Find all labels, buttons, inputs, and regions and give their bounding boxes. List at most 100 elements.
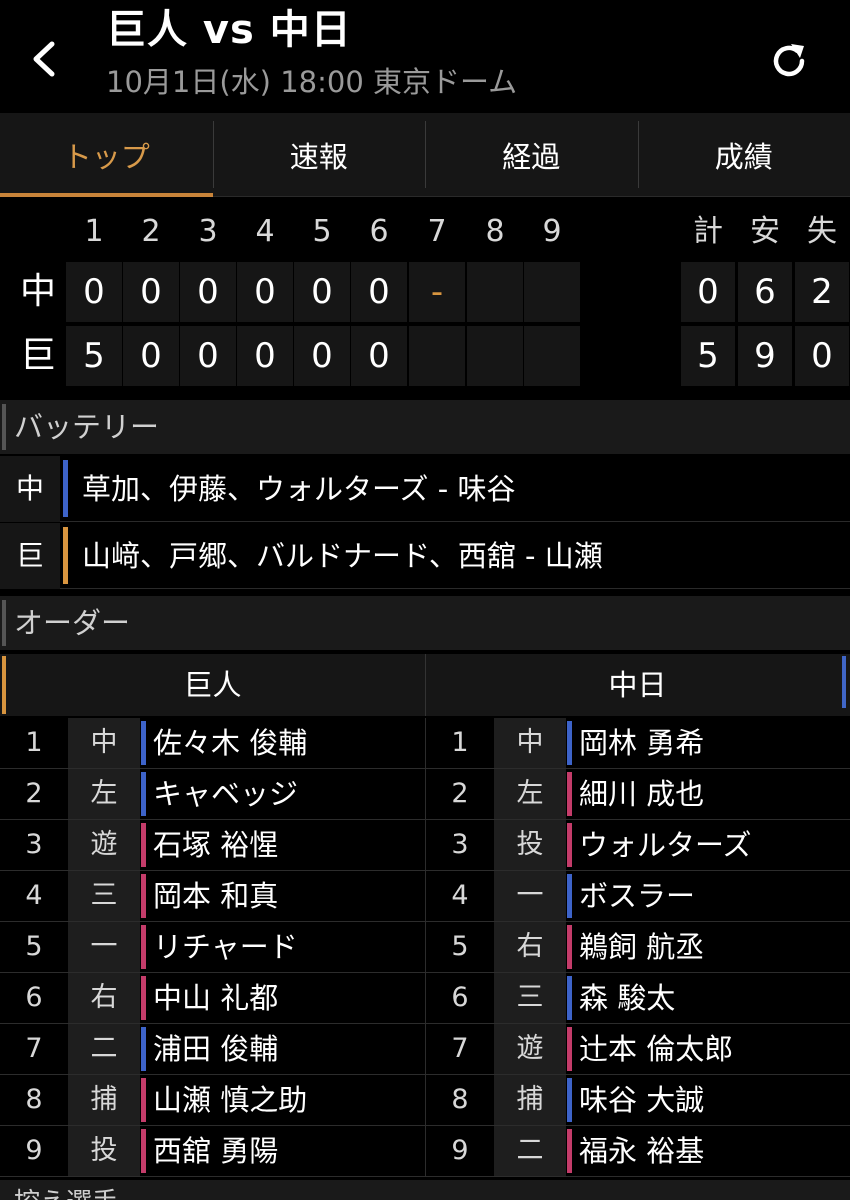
order-heading-label: オーダー xyxy=(14,606,131,640)
bat-side-stripe xyxy=(567,925,572,969)
battery-team: 巨 xyxy=(0,523,60,589)
lineup-row[interactable]: 1 中岡林 勇希 xyxy=(425,718,850,769)
bat-side-stripe xyxy=(567,1129,572,1173)
lineup-row[interactable]: 7 二浦田 俊輔 xyxy=(0,1024,425,1075)
inning-score: 0 xyxy=(180,326,236,386)
player-name[interactable]: 山瀬 慎之助 xyxy=(153,1075,307,1125)
home-team-name: 巨人 xyxy=(183,668,242,702)
batting-order: 6 xyxy=(451,982,469,1013)
batting-order: 6 xyxy=(25,982,43,1013)
lineup-row[interactable]: 7 遊辻本 倫太郎 xyxy=(425,1024,850,1075)
lineup-row[interactable]: 3 遊石塚 裕惺 xyxy=(0,820,425,871)
player-name[interactable]: 石塚 裕惺 xyxy=(153,820,278,870)
inning-header: 7 xyxy=(427,214,447,249)
total-header: 失 xyxy=(807,214,837,249)
player-name[interactable]: 岡林 勇希 xyxy=(579,718,704,768)
lineup-row[interactable]: 9 二福永 裕基 xyxy=(425,1126,850,1177)
lineup-row[interactable]: 4 三岡本 和真 xyxy=(0,871,425,922)
tab-top[interactable]: トップ xyxy=(0,113,213,197)
lineup-row[interactable]: 5 一リチャード xyxy=(0,922,425,973)
batting-order: 8 xyxy=(25,1084,43,1115)
inning-header: 2 xyxy=(141,214,161,249)
section-marker xyxy=(2,404,6,450)
order-team-header: 巨人 中日 xyxy=(0,654,850,716)
lineup-row[interactable]: 6 右中山 礼都 xyxy=(0,973,425,1024)
lineup-row[interactable]: 5 右鵜飼 航丞 xyxy=(425,922,850,973)
total-score: 0 xyxy=(681,262,735,322)
player-name[interactable]: 細川 成也 xyxy=(579,769,704,819)
inning-score: 0 xyxy=(237,326,293,386)
position: 三 xyxy=(68,871,140,921)
tab-live[interactable]: 速報 xyxy=(212,113,426,196)
position: 三 xyxy=(494,973,566,1023)
player-name[interactable]: 中山 礼都 xyxy=(153,973,278,1023)
lineup-row[interactable]: 3 投ウォルターズ xyxy=(425,820,850,871)
player-name[interactable]: ウォルターズ xyxy=(579,820,752,870)
bench-heading-label: 控え選手 xyxy=(14,1188,118,1200)
inning-header: 9 xyxy=(542,214,562,249)
player-name[interactable]: リチャード xyxy=(153,922,298,972)
inning-score: 0 xyxy=(237,262,293,322)
batting-order: 2 xyxy=(451,778,469,809)
player-name[interactable]: ボスラー xyxy=(579,871,695,921)
scoreboard: 123456789計安失中000000-062巨500000590 xyxy=(0,198,850,398)
game-info: 10月1日(水) 18:00 東京ドーム xyxy=(106,65,518,99)
batting-order: 8 xyxy=(451,1084,469,1115)
total-score: 2 xyxy=(795,262,849,322)
player-name[interactable]: 西舘 勇陽 xyxy=(153,1126,278,1176)
lineup-row[interactable]: 8 捕山瀬 慎之助 xyxy=(0,1075,425,1126)
chevron-left-icon[interactable] xyxy=(24,34,64,84)
page-title: 巨人 vs 中日 xyxy=(106,7,352,53)
bat-side-stripe xyxy=(141,976,146,1020)
inning-score: 0 xyxy=(351,262,407,322)
total-score: 0 xyxy=(795,326,849,386)
position: 右 xyxy=(68,973,140,1023)
player-name[interactable]: 森 駿太 xyxy=(579,973,675,1023)
bat-side-stripe xyxy=(567,874,572,918)
total-score: 6 xyxy=(738,262,792,322)
position: 投 xyxy=(494,820,566,870)
battery-heading: バッテリー xyxy=(0,400,850,454)
position: 右 xyxy=(494,922,566,972)
player-name[interactable]: キャベッジ xyxy=(153,769,298,819)
player-name[interactable]: 辻本 倫太郎 xyxy=(579,1024,733,1074)
player-name[interactable]: 鵜飼 航丞 xyxy=(579,922,704,972)
position: 遊 xyxy=(68,820,140,870)
lineup-row[interactable]: 2 左キャベッジ xyxy=(0,769,425,820)
position: 一 xyxy=(68,922,140,972)
inning-header: 8 xyxy=(485,214,505,249)
batting-order: 5 xyxy=(451,931,469,962)
tab-stats[interactable]: 成績 xyxy=(637,113,850,196)
lineup-row[interactable]: 6三森 駿太 xyxy=(425,973,850,1024)
player-name[interactable]: 福永 裕基 xyxy=(579,1126,704,1176)
bench-heading: 控え選手 xyxy=(0,1180,850,1200)
refresh-icon[interactable] xyxy=(766,38,812,84)
app-header: 巨人 vs 中日 10月1日(水) 18:00 東京ドーム xyxy=(0,0,850,112)
inning-header: 5 xyxy=(312,214,332,249)
tab-bar: トップ 速報 経過 成績 xyxy=(0,113,850,197)
batting-order: 1 xyxy=(25,727,43,758)
inning-score: 0 xyxy=(294,262,350,322)
player-name[interactable]: 浦田 俊輔 xyxy=(153,1024,278,1074)
position: 左 xyxy=(494,769,566,819)
total-header: 計 xyxy=(693,214,723,249)
lineup-row[interactable]: 2 左細川 成也 xyxy=(425,769,850,820)
battery-names: 草加、伊藤、ウォルターズ - 味谷 xyxy=(82,472,516,506)
lineup-row[interactable]: 1 中佐々木 俊輔 xyxy=(0,718,425,769)
player-name[interactable]: 味谷 大誠 xyxy=(579,1075,704,1125)
inning-score xyxy=(524,262,580,322)
tab-progress[interactable]: 経過 xyxy=(425,113,638,196)
inning-score: 0 xyxy=(351,326,407,386)
position: 左 xyxy=(68,769,140,819)
inning-score: 0 xyxy=(123,262,179,322)
battery-names: 山﨑、戸郷、バルドナード、西舘 - 山瀬 xyxy=(82,539,603,573)
lineup-row[interactable]: 4 一ボスラー xyxy=(425,871,850,922)
player-name[interactable]: 岡本 和真 xyxy=(153,871,278,921)
away-team-name: 中日 xyxy=(608,668,667,702)
player-name[interactable]: 佐々木 俊輔 xyxy=(153,718,307,768)
battery-team: 中 xyxy=(0,456,60,522)
position: 一 xyxy=(494,871,566,921)
lineup-row[interactable]: 9 投西舘 勇陽 xyxy=(0,1126,425,1177)
lineup-row[interactable]: 8 捕味谷 大誠 xyxy=(425,1075,850,1126)
away-color-stripe xyxy=(842,656,846,708)
